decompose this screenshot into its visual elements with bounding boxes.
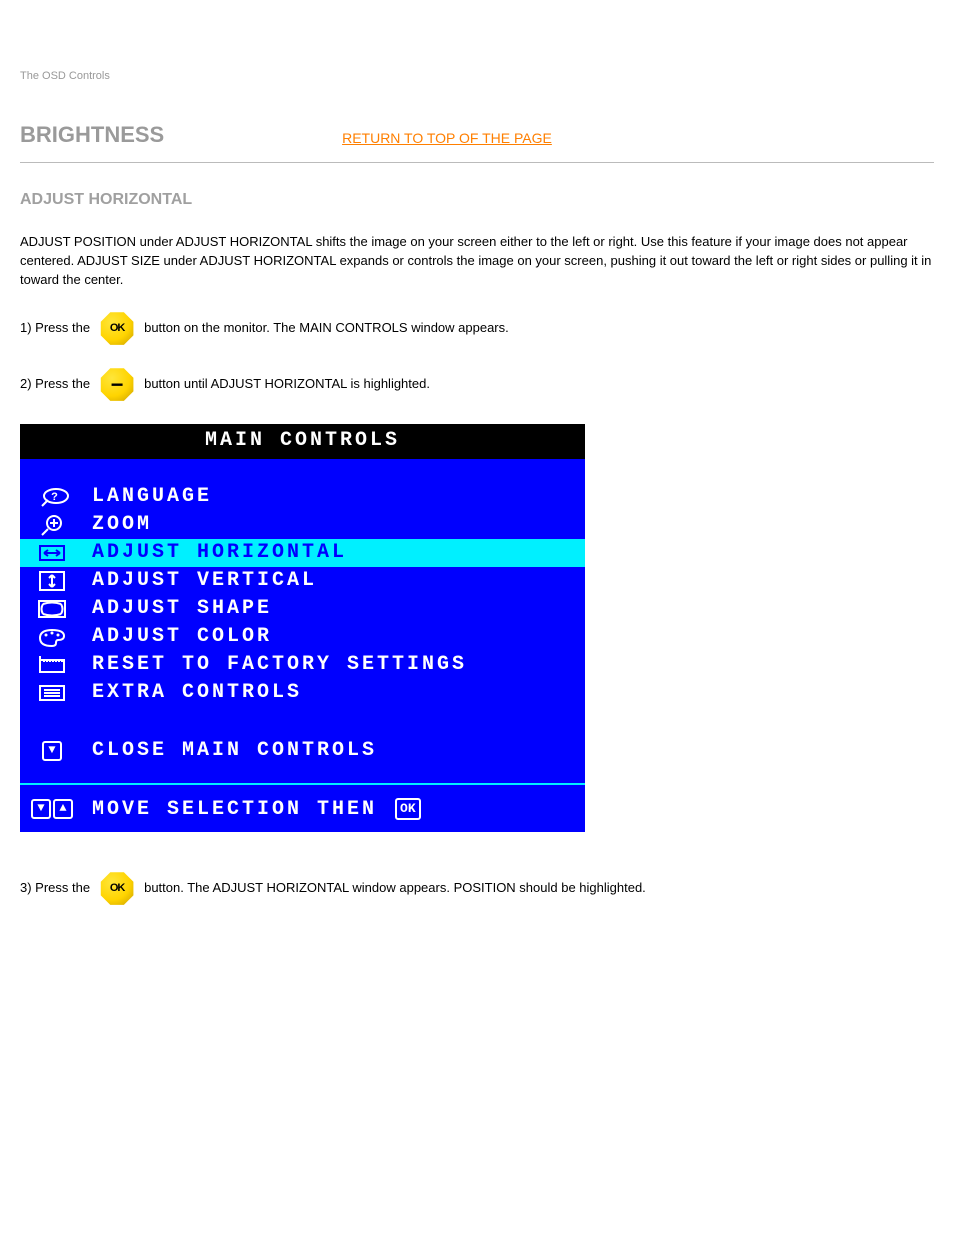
step-1-pre: 1) Press the xyxy=(20,319,90,338)
osd-title: MAIN CONTROLS xyxy=(20,424,585,459)
osd-footer: ▼▲ MOVE SELECTION THEN OK xyxy=(20,783,585,832)
step-1: 1) Press the OK button on the monitor. T… xyxy=(20,312,934,346)
step-3-pre: 3) Press the xyxy=(20,879,90,898)
intro-paragraph: ADJUST POSITION under ADJUST HORIZONTAL … xyxy=(20,233,934,290)
osd-item-shape[interactable]: ADJUST SHAPE xyxy=(20,595,585,623)
osd-item-color[interactable]: ADJUST COLOR xyxy=(20,623,585,651)
speech-icon: ? xyxy=(30,486,74,508)
step-3: 3) Press the OK button. The ADJUST HORIZ… xyxy=(20,872,934,906)
horiz-icon xyxy=(30,542,74,564)
up-down-icon: ▼▲ xyxy=(30,799,74,819)
extra-icon xyxy=(30,682,74,704)
color-icon xyxy=(30,626,74,648)
osd-item-label: ADJUST VERTICAL xyxy=(92,566,317,595)
osd-item-label: LANGUAGE xyxy=(92,482,212,511)
osd-item-label: ZOOM xyxy=(92,510,152,539)
osd-item-label: RESET TO FACTORY SETTINGS xyxy=(92,650,467,679)
eyebrow: The OSD Controls xyxy=(20,0,934,82)
osd-item-label: ADJUST HORIZONTAL xyxy=(92,538,347,567)
osd-item-horiz[interactable]: ADJUST HORIZONTAL xyxy=(20,539,585,567)
zoom-icon xyxy=(30,514,74,536)
return-to-top-link[interactable]: RETURN TO TOP OF THE PAGE xyxy=(342,130,552,146)
svg-text:?: ? xyxy=(51,492,61,504)
ok-icon: OK xyxy=(100,312,134,346)
reset-icon xyxy=(30,654,74,676)
ok-key-icon: OK xyxy=(395,798,421,821)
osd-close-row[interactable]: ▼ CLOSE MAIN CONTROLS xyxy=(20,737,585,765)
step-2-pre: 2) Press the xyxy=(20,375,90,394)
osd-item-vert[interactable]: ADJUST VERTICAL xyxy=(20,567,585,595)
vert-icon xyxy=(30,570,74,592)
osd-item-speech[interactable]: ? LANGUAGE xyxy=(20,483,585,511)
osd-item-reset[interactable]: RESET TO FACTORY SETTINGS xyxy=(20,651,585,679)
osd-item-label: EXTRA CONTROLS xyxy=(92,678,302,707)
osd-item-label: ADJUST SHAPE xyxy=(92,594,272,623)
step-1-post: button on the monitor. The MAIN CONTROLS… xyxy=(144,319,509,338)
section-heading: ADJUST HORIZONTAL xyxy=(20,191,934,209)
ok-icon: OK xyxy=(100,872,134,906)
step-2-post: button until ADJUST HORIZONTAL is highli… xyxy=(144,375,430,394)
osd-footer-text: MOVE SELECTION THEN xyxy=(92,795,377,824)
osd-close-label: CLOSE MAIN CONTROLS xyxy=(92,736,377,765)
osd-item-extra[interactable]: EXTRA CONTROLS xyxy=(20,679,585,707)
osd-item-label: ADJUST COLOR xyxy=(92,622,272,651)
osd-panel: MAIN CONTROLS ? LANGUAGEZOOMADJUST HORIZO… xyxy=(20,424,585,832)
step-2: 2) Press the − button until ADJUST HORIZ… xyxy=(20,368,934,402)
step-3-post: button. The ADJUST HORIZONTAL window app… xyxy=(144,879,646,898)
page-title: BRIGHTNESS xyxy=(20,122,164,147)
divider xyxy=(20,162,934,163)
down-arrow-icon: ▼ xyxy=(30,741,74,761)
minus-icon: − xyxy=(100,368,134,402)
shape-icon xyxy=(30,598,74,620)
osd-item-zoom[interactable]: ZOOM xyxy=(20,511,585,539)
